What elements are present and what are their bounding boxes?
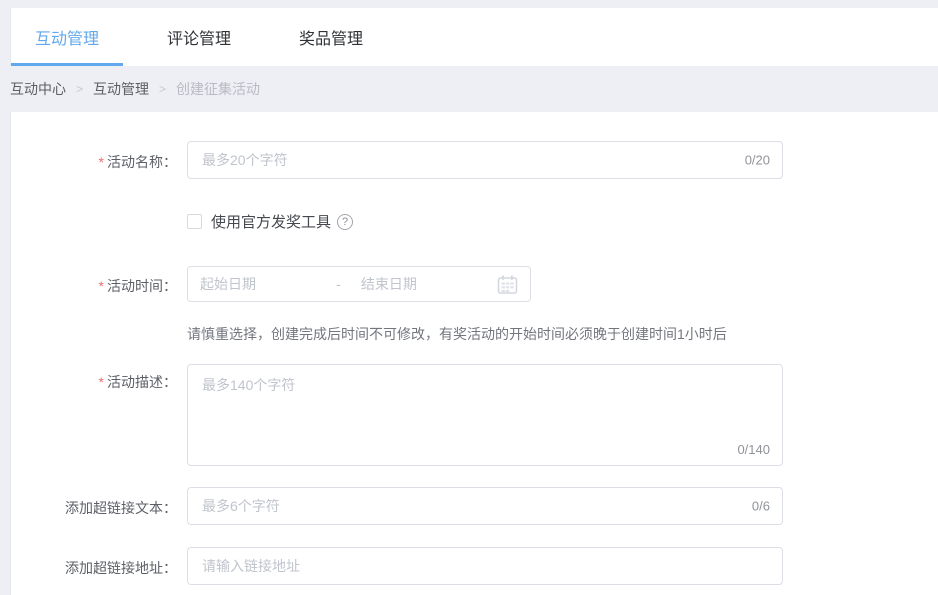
form-row-activity-time: *活动时间： 起始日期 - 结束日期 [11,266,938,302]
breadcrumb: 互动中心 > 互动管理 > 创建征集活动 [0,66,938,112]
form-row-link-url: 添加超链接地址： [11,547,938,585]
breadcrumb-item-current-page: 创建征集活动 [176,79,260,99]
link-text-input[interactable] [187,487,783,525]
link-text-counter: 0/6 [752,499,770,514]
tab-label: 奖品管理 [299,25,363,49]
breadcrumb-separator-icon: > [159,82,166,96]
create-activity-form: *活动名称： 0/20 使用官方发奖工具 ? *活动时间： 起始日期 - 结束日… [10,112,938,595]
form-row-official-tool: 使用官方发奖工具 ? [11,211,938,232]
breadcrumb-separator-icon: > [76,82,83,96]
activity-desc-textarea[interactable] [187,364,783,466]
breadcrumb-item-interaction-center[interactable]: 互动中心 [10,79,66,99]
breadcrumb-item-interaction-management[interactable]: 互动管理 [93,79,149,99]
link-url-label: 添加超链接地址： [11,547,177,585]
tab-interaction-management[interactable]: 互动管理 [11,8,123,66]
link-url-input[interactable] [187,547,783,585]
activity-time-note: 请慎重选择，创建完成后时间不可修改，有奖活动的开始时间必须晚于创建时间1小时后 [187,324,938,344]
activity-name-input[interactable] [187,141,783,179]
calendar-icon [497,275,518,294]
tab-label: 互动管理 [35,25,99,49]
tab-bar: 互动管理 评论管理 奖品管理 [10,8,938,66]
official-tool-label: 使用官方发奖工具 [211,211,331,232]
activity-time-label: *活动时间： [11,266,177,302]
required-asterisk: * [99,374,104,390]
end-date-placeholder: 结束日期 [361,274,497,294]
form-row-activity-desc: *活动描述： 0/140 [11,364,938,466]
form-row-activity-name: *活动名称： 0/20 [11,141,938,179]
start-date-placeholder: 起始日期 [200,274,336,294]
link-text-label: 添加超链接文本： [11,487,177,525]
required-asterisk: * [99,278,104,294]
tab-label: 评论管理 [167,25,231,49]
date-range-picker[interactable]: 起始日期 - 结束日期 [187,266,531,302]
activity-name-counter: 0/20 [745,153,770,168]
activity-desc-counter: 0/140 [737,442,770,457]
activity-desc-label: *活动描述： [11,364,177,466]
tab-comment-management[interactable]: 评论管理 [143,8,255,66]
official-tool-checkbox[interactable] [187,214,202,229]
form-row-link-text: 添加超链接文本： 0/6 [11,487,938,525]
date-range-separator: - [336,276,341,292]
tab-prize-management[interactable]: 奖品管理 [275,8,387,66]
required-asterisk: * [99,154,104,170]
help-question-icon[interactable]: ? [337,214,353,230]
activity-name-label: *活动名称： [11,141,177,179]
